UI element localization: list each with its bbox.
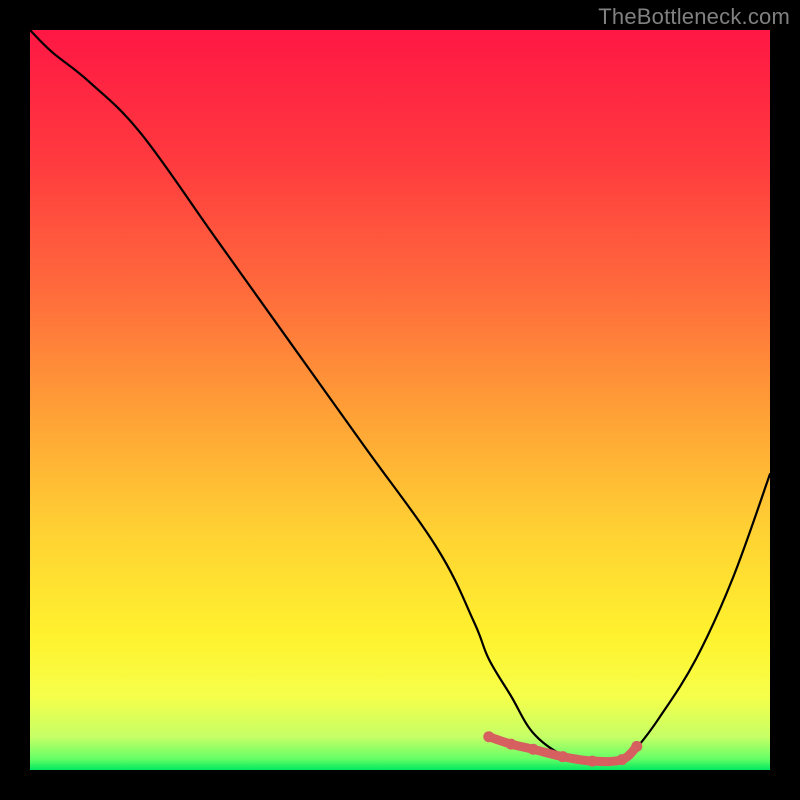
min-plateau-dots	[483, 731, 642, 766]
highlight-dot	[557, 751, 568, 762]
highlight-dot	[506, 739, 517, 750]
plot-area	[30, 30, 770, 770]
watermark-text: TheBottleneck.com	[598, 4, 790, 30]
highlight-dot	[587, 756, 598, 767]
highlight-dot	[528, 744, 539, 755]
chart-container: TheBottleneck.com	[0, 0, 800, 800]
highlight-dot	[617, 754, 628, 765]
highlight-dot	[483, 731, 494, 742]
highlight-dot	[631, 741, 642, 752]
curve-layer	[30, 30, 770, 770]
bottleneck-curve	[30, 30, 770, 764]
